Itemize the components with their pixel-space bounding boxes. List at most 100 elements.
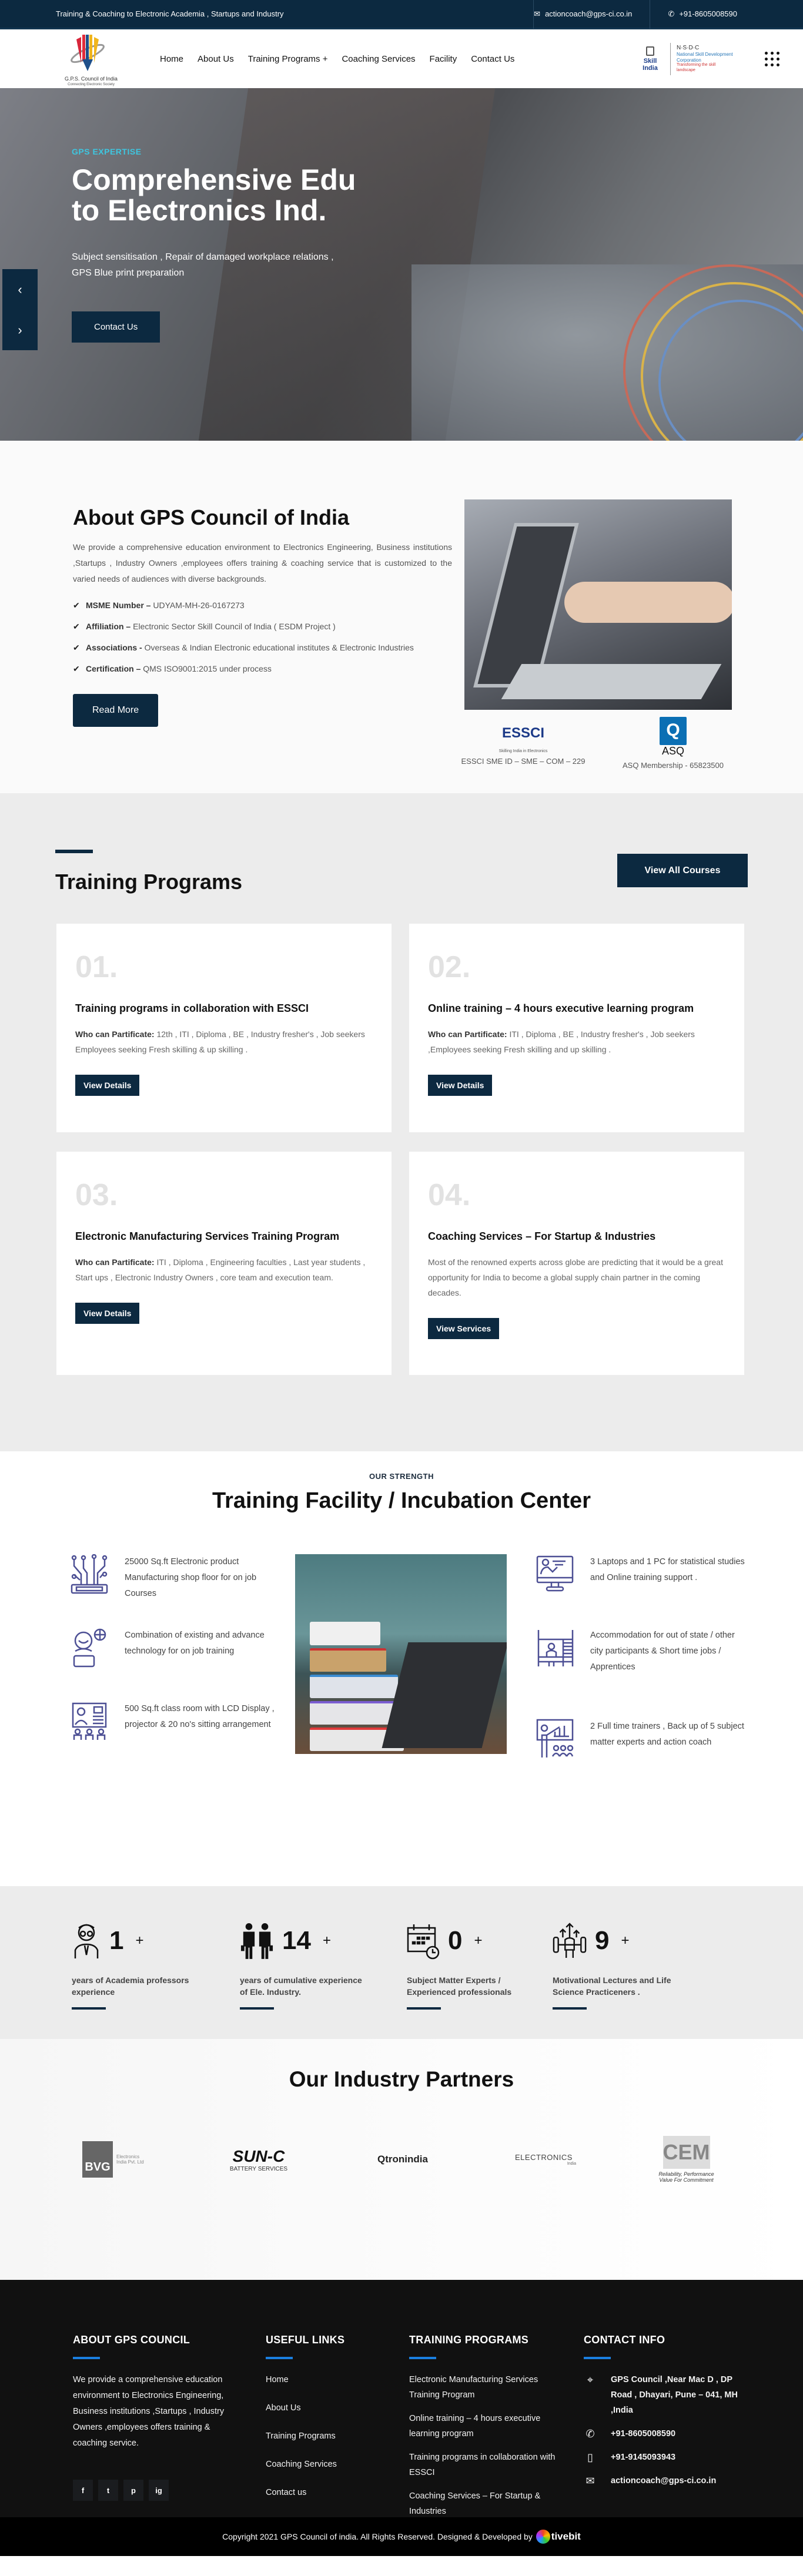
hero-contact-button[interactable]: Contact Us [72,311,160,343]
fact-value: UDYAM-MH-26-0167273 [150,601,245,610]
sun-c-subtitle: BATTERY SERVICES [229,2165,288,2172]
slider-prev-button[interactable]: ‹ [2,269,38,310]
stat-suffix: + [135,1932,144,1948]
footer-about: ABOUT GPS COUNCIL We provide a comprehen… [73,2334,226,2501]
logo-subtitle: Connecting Electronic Society [68,82,115,86]
program-number: 04. [428,1178,471,1212]
fact-label: Certification – [86,664,141,673]
developer-logo[interactable]: tivebit [536,2530,581,2544]
nav-coaching-services[interactable]: Coaching Services [342,54,415,64]
qtronindia-mark: Qtronindia [377,2154,428,2165]
essci-logo: ESSCI [501,725,545,741]
footer-link-about-us[interactable]: About Us [266,2400,383,2416]
facebook-icon[interactable]: f [73,2480,93,2501]
stat-label: years of Academia professors experience [72,1975,189,1997]
nav-training-programs[interactable]: Training Programs + [248,54,328,64]
footer-link-home[interactable]: Home [266,2372,383,2388]
professor-icon [74,1924,99,1958]
facility-text: 2 Full time trainers , Back up of 5 subj… [590,1722,744,1747]
view-details-button[interactable]: View Details [428,1075,493,1096]
footer-link-coaching-services[interactable]: Coaching Services [266,2457,383,2473]
program-number: 02. [428,950,471,984]
pinterest-icon[interactable]: p [123,2480,143,2501]
calendar-clock-icon [407,1924,440,1959]
view-details-button[interactable]: View Details [75,1075,140,1096]
stat-value: 1 [109,1926,124,1955]
main-nav: Home About Us Training Programs + Coachi… [160,54,514,64]
phone-text: +91-8605008590 [611,2429,676,2439]
partner-logo-bvg[interactable]: BVG Electronics India Pvt. Ltd [82,2136,148,2183]
footer-program-link[interactable]: Online training – 4 hours executive lear… [409,2411,562,2441]
footer-links-title: USEFUL LINKS [266,2334,345,2346]
top-tagline: Training & Coaching to Electronic Academ… [56,9,284,18]
partner-logo-cem[interactable]: CEM Reliability, Performance Value For C… [653,2127,720,2192]
fact-item: ✔ MSME Number – UDYAM-MH-26-0167273 [73,598,452,613]
facility-section: OUR STRENGTH Training Facility / Incubat… [0,1451,803,1886]
contact-phone-2[interactable]: ▯ +91-9145093943 [584,2450,742,2465]
view-all-courses-button[interactable]: View All Courses [617,854,748,887]
gps-shield-icon [71,34,105,71]
view-details-button[interactable]: View Details [75,1303,140,1324]
nav-home[interactable]: Home [160,54,183,64]
hero-content: GPS EXPERTISE Comprehensive Edu to Elect… [72,147,356,343]
program-card: 03. Electronic Manufacturing Services Tr… [56,1152,392,1375]
trainer-chart-icon [536,1719,574,1757]
site-header: G.P.S. Council of India Connecting Elect… [0,29,803,88]
stat-underline [72,2007,106,2010]
footer-program-link[interactable]: Training programs in collaboration with … [409,2450,562,2480]
twitter-icon[interactable]: t [98,2480,118,2501]
header-partner-logos: Skill India N·S·D·C National Skill Devel… [636,42,779,75]
hero-slider: ‹ › GPS EXPERTISE Comprehensive Edu to E… [0,88,803,441]
footer-link-contact-us[interactable]: Contact us [266,2485,383,2501]
hero-title-line-2: to Electronics Ind. [72,194,327,227]
partner-logo-electronics-india[interactable]: ELECTRONICS India [511,2136,576,2183]
program-card: 04. Coaching Services – For Startup & In… [409,1152,744,1375]
instagram-icon[interactable]: ig [149,2480,169,2501]
check-icon: ✔ [73,643,80,652]
footer-about-text: We provide a comprehensive education env… [73,2375,225,2448]
footer-contact-title: CONTACT INFO [584,2334,665,2346]
social-links: f t p ig [73,2480,226,2501]
envelope-icon: ✉ [585,2475,595,2487]
program-number: 01. [75,950,118,984]
footer-program-link[interactable]: Coaching Services – For Startup & Indust… [409,2488,562,2519]
cem-subtitle: Reliability, Performance Value For Commi… [658,2171,714,2183]
stat-value: 14 [282,1926,311,1955]
contact-email[interactable]: ✉ actioncoach@gps-ci.co.in [584,2473,742,2488]
nsdc-tagline: Transforming the skill landscape [677,63,716,72]
stat-item: 0 + Subject Matter Experts / Experienced … [407,1918,536,2010]
skill-india-text: Skill India [643,57,658,72]
about-intro: We provide a comprehensive education env… [73,542,452,583]
nav-contact-us[interactable]: Contact Us [471,54,514,64]
classroom-icon [72,1702,107,1740]
read-more-button[interactable]: Read More [73,694,159,727]
top-email-link[interactable]: ✉ actioncoach@gps-ci.co.in [534,9,650,19]
stat-label: years of cumulative experience of Ele. I… [240,1975,362,1997]
fact-value: Electronic Sector Skill Council of India… [131,622,336,631]
footer-programs-title: TRAINING PROGRAMS [409,2334,529,2346]
phone-icon: ✆ [585,2428,595,2440]
stat-underline [553,2007,587,2010]
electronics-india-subtitle: India [567,2162,576,2166]
footer-accent-bar [73,2357,100,2359]
skill-india-logo: Skill India [636,46,664,72]
top-phone-link[interactable]: ✆ +91-8605008590 [650,9,803,19]
footer-program-link[interactable]: Electronic Manufacturing Services Traini… [409,2372,562,2403]
view-services-button[interactable]: View Services [428,1318,500,1339]
nav-facility[interactable]: Facility [430,54,457,64]
footer-accent-bar [409,2357,436,2359]
map-pin-icon: ⌖ [587,2374,594,2386]
program-desc: Who can Partificate: ITI , Diploma , BE … [428,1027,725,1057]
partner-logo-sun-c[interactable]: SUN-C BATTERY SERVICES [226,2136,291,2183]
footer-link-training-programs[interactable]: Training Programs [266,2429,383,2444]
fact-label: Associations - [86,643,142,652]
slider-next-button[interactable]: › [2,310,38,350]
contact-phone-1[interactable]: ✆ +91-8605008590 [584,2426,742,2441]
fact-item: ✔ Associations - Overseas & Indian Electr… [73,640,452,655]
partner-logo-qtronindia[interactable]: Qtronindia [370,2136,435,2183]
monitor-icon [646,46,654,56]
stat-item: 14 + years of cumulative experience of El… [240,1918,369,2010]
site-logo[interactable]: G.P.S. Council of India Connecting Elect… [53,31,129,87]
nav-about-us[interactable]: About Us [198,54,234,64]
apps-grid-icon[interactable] [765,51,779,66]
